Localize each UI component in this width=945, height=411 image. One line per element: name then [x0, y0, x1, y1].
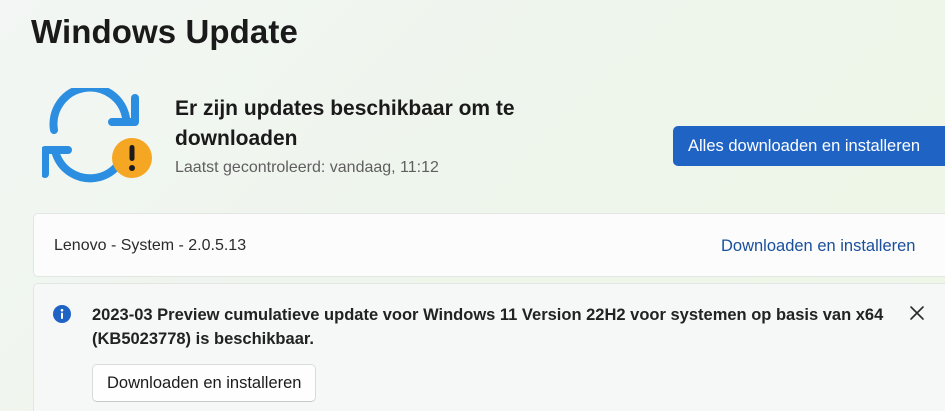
- last-checked-text: Laatst gecontroleerd: vandaag, 11:12: [175, 159, 439, 176]
- close-icon[interactable]: [906, 302, 928, 324]
- download-install-link[interactable]: Downloaden en installeren: [721, 236, 915, 256]
- download-all-button[interactable]: Alles downloaden en installeren: [673, 126, 945, 166]
- update-status: Er zijn updates beschikbaar om te downlo…: [175, 94, 605, 178]
- status-heading: Er zijn updates beschikbaar om te downlo…: [175, 97, 515, 150]
- download-install-button[interactable]: Downloaden en installeren: [92, 364, 317, 402]
- update-card-lenovo: Lenovo - System - 2.0.5.13 Downloaden en…: [33, 213, 945, 277]
- info-message: 2023-03 Preview cumulatieve update voor …: [92, 306, 884, 348]
- update-name: Lenovo - System - 2.0.5.13: [54, 237, 247, 254]
- sync-warning-icon: [41, 83, 154, 184]
- info-bar: 2023-03 Preview cumulatieve update voor …: [33, 283, 945, 411]
- page-title: Windows Update: [31, 13, 298, 50]
- info-icon: [53, 305, 71, 323]
